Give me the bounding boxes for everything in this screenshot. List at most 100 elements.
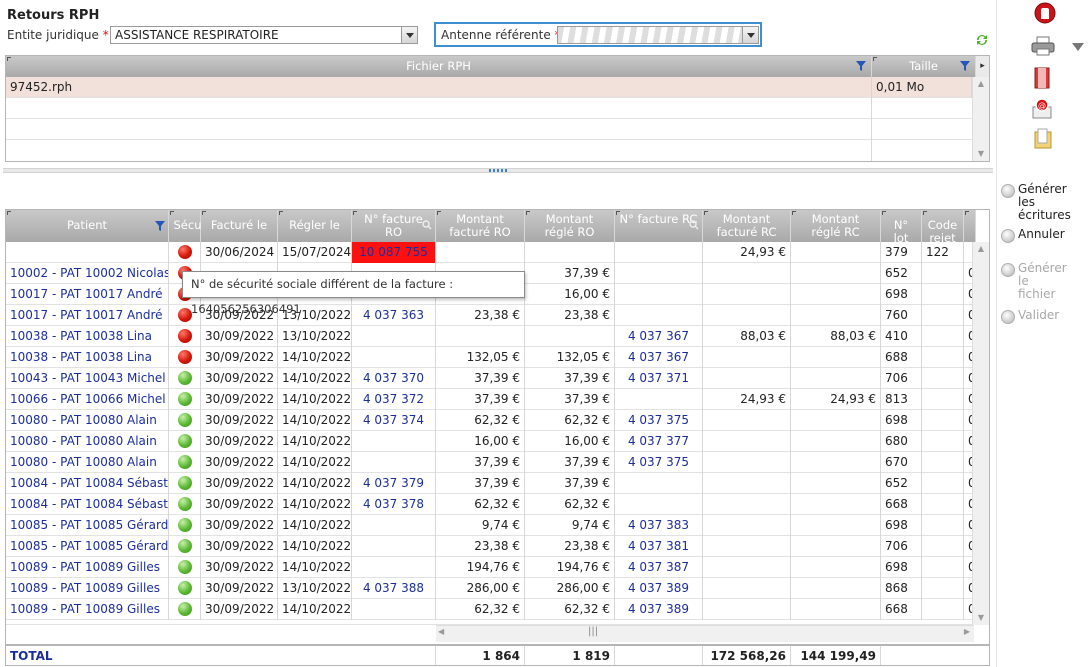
table-row[interactable]: 10085 - PAT 10085 Gérard 30/09/2022 14/10/…	[6, 536, 976, 557]
cell-nf-rc: 4 037 375	[615, 452, 703, 473]
cell-regler-le: 14/10/2022	[278, 515, 352, 536]
column-header-mf-ro[interactable]: Montant facturé RO	[436, 210, 525, 242]
table-row[interactable]: 30/06/2024 15/07/2024 10 087 755 24,93 € 379…	[6, 242, 976, 263]
mail-icon[interactable]: @	[1031, 98, 1053, 120]
cell-patient: 10085 - PAT 10085 Gérard	[6, 515, 169, 536]
cell-rejet	[922, 284, 964, 305]
column-header-nf-ro[interactable]: N° facture RO	[352, 210, 436, 242]
cell-secu	[169, 452, 201, 473]
cell-lot: 760	[881, 305, 922, 326]
cell-nf-rc	[615, 494, 703, 515]
cell-lot: 698	[881, 515, 922, 536]
refresh-icon[interactable]	[974, 32, 990, 48]
search-icon[interactable]	[689, 220, 699, 230]
action-label: Générer le fichier	[1018, 261, 1067, 301]
cell-patient: 10089 - PAT 10089 Gilles	[6, 578, 169, 599]
column-header-fichier[interactable]: Fichier RPH	[6, 56, 872, 77]
column-header-facture-le[interactable]: Facturé le	[201, 210, 278, 242]
table-row[interactable]: 10084 - PAT 10084 Sébasti 30/09/2022 14/10…	[6, 473, 976, 494]
cell-rejet	[922, 536, 964, 557]
table-row[interactable]: 10038 - PAT 10038 Lina 30/09/2022 14/10/20…	[6, 347, 976, 368]
cell-mr-ro: 132,05 €	[525, 347, 615, 368]
table-row[interactable]: 10089 - PAT 10089 Gilles 30/09/2022 14/10/…	[6, 557, 976, 578]
table-row[interactable]: 10066 - PAT 10066 Michel 30/09/2022 14/10/…	[6, 389, 976, 410]
cell-rejet: 122	[922, 242, 964, 263]
scroll-right-icon[interactable]: ▶	[964, 627, 970, 636]
table-row[interactable]: 97452.rph 0,01 Mo	[6, 77, 972, 98]
table-row[interactable]: 10089 - PAT 10089 Gilles 30/09/2022 13/10/…	[6, 578, 976, 599]
column-header-mr-rc[interactable]: Montant réglé RC	[791, 210, 881, 242]
cell-lot: 813	[881, 389, 922, 410]
column-header-mf-rc[interactable]: Montant facturé RC	[703, 210, 791, 242]
radio-icon[interactable]	[1001, 229, 1015, 243]
chevron-down-icon[interactable]	[1072, 43, 1084, 51]
scroll-down-icon[interactable]: ▼	[973, 147, 989, 161]
table-row[interactable]: 10080 - PAT 10080 Alain 30/09/2022 14/10/2…	[6, 431, 976, 452]
grid-hscrollbar[interactable]: ◀ ||| ▶	[436, 625, 974, 642]
radio-icon[interactable]	[1001, 310, 1015, 324]
cell-mf-rc	[703, 578, 791, 599]
table-row[interactable]: 10084 - PAT 10084 Sébasti 30/09/2022 14/10…	[6, 494, 976, 515]
panel-splitter[interactable]	[3, 168, 993, 173]
column-header-mr-ro[interactable]: Montant réglé RO	[525, 210, 615, 242]
table-row[interactable]: 10017 - PAT 10017 André30/09/202213/10/2…	[6, 305, 976, 326]
grid-scrollbar[interactable]: ▲ ▼	[972, 242, 989, 625]
radio-icon[interactable]	[1001, 263, 1015, 277]
chevron-down-icon[interactable]	[401, 27, 417, 43]
cell-lot: 698	[881, 284, 922, 305]
folder-icon[interactable]	[1033, 128, 1053, 150]
chevron-down-icon[interactable]	[742, 27, 758, 43]
column-header-rejet[interactable]: Code rejet	[922, 210, 964, 245]
column-header-patient[interactable]: Patient	[6, 210, 169, 242]
filter-icon[interactable]	[154, 220, 166, 232]
antenne-select[interactable]	[557, 26, 759, 44]
filter-icon[interactable]	[959, 60, 971, 72]
cell-rejet	[922, 431, 964, 452]
column-header-label: N° facture RC	[619, 212, 698, 226]
action-label: Annuler	[1018, 227, 1065, 241]
stop-icon[interactable]	[1034, 2, 1056, 24]
cell-regler-le: 14/10/2022	[278, 431, 352, 452]
cell-patient: 10089 - PAT 10089 Gilles	[6, 599, 169, 620]
cell-mr-ro	[525, 326, 615, 347]
cell-nf-ro: 4 037 378	[352, 494, 436, 515]
column-header-regler-le[interactable]: Régler le	[278, 210, 352, 242]
cell-nf-ro	[352, 347, 436, 368]
file-grid-scrollbar[interactable]: ▲ ▼	[972, 77, 989, 161]
scroll-up-icon[interactable]: ▲	[973, 77, 989, 91]
entite-select[interactable]: ASSISTANCE RESPIRATOIRE	[110, 26, 418, 44]
cell-mr-ro: 16,00 €	[525, 284, 615, 305]
column-header-extra[interactable]	[964, 210, 976, 242]
scroll-down-icon[interactable]: ▼	[973, 611, 989, 625]
cell-patient: 10084 - PAT 10084 Sébasti	[6, 473, 169, 494]
table-row[interactable]: 10085 - PAT 10085 Gérard 30/09/2022 14/10/…	[6, 515, 976, 536]
scroll-left-icon[interactable]: ◀	[438, 627, 444, 636]
cell-mr-rc	[791, 368, 881, 389]
scroll-up-icon[interactable]: ▲	[973, 242, 989, 256]
column-header-label: Code rejet	[927, 218, 958, 245]
radio-icon[interactable]	[1001, 184, 1015, 198]
cell-rejet	[922, 452, 964, 473]
scroll-thumb-grip[interactable]: |||	[588, 626, 598, 637]
column-menu-arrow[interactable]: ▸	[976, 56, 989, 77]
table-row[interactable]: 10089 - PAT 10089 Gilles 30/09/2022 14/10/…	[6, 599, 976, 620]
table-row[interactable]: 10038 - PAT 10038 Lina 30/09/2022 13/10/20…	[6, 326, 976, 347]
status-green-icon	[178, 581, 192, 595]
table-row[interactable]: 10043 - PAT 10043 Michel 30/09/2022 14/10/…	[6, 368, 976, 389]
column-header-lot[interactable]: N° lot	[881, 210, 922, 245]
table-row[interactable]: 10080 - PAT 10080 Alain 30/09/2022 14/10/2…	[6, 452, 976, 473]
column-header-taille[interactable]: Taille	[872, 56, 976, 77]
cell-mr-ro: 62,32 €	[525, 494, 615, 515]
entite-label-text: Entite juridique	[7, 28, 99, 42]
column-header-nf-rc[interactable]: N° facture RC	[615, 210, 703, 242]
column-header-secu[interactable]: Sécu.	[169, 210, 205, 242]
cell-mr-rc	[791, 431, 881, 452]
table-row[interactable]: 10080 - PAT 10080 Alain 30/09/2022 14/10/2…	[6, 410, 976, 431]
total-mr-rc: 144 199,49 €	[791, 646, 881, 665]
book-icon[interactable]	[1034, 67, 1052, 89]
cell-rejet	[922, 410, 964, 431]
printer-icon[interactable]	[1031, 36, 1055, 56]
cell-mf-ro	[436, 242, 525, 263]
filter-icon[interactable]	[855, 60, 867, 72]
search-icon[interactable]	[422, 220, 432, 230]
